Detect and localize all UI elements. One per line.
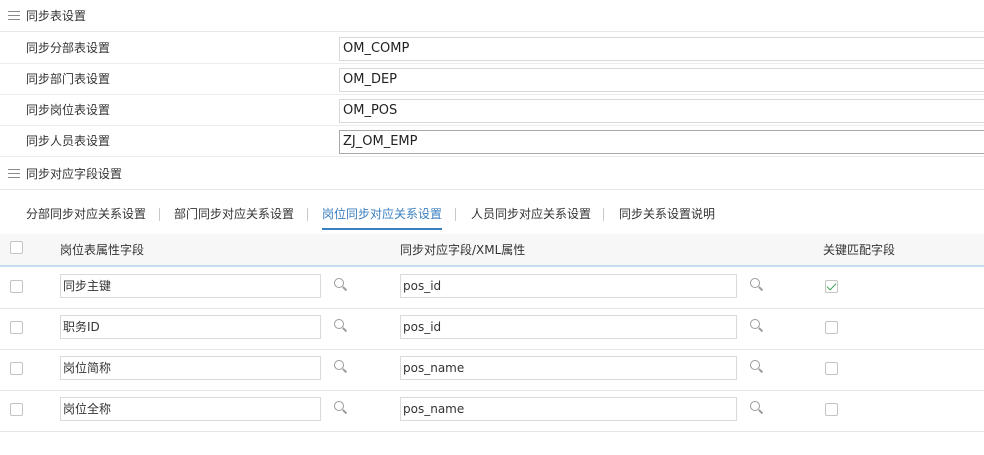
form-row-comp: 同步分部表设置 OM_COMP — [0, 33, 984, 64]
attr-field-input[interactable]: 岗位全称 — [60, 397, 321, 421]
search-icon[interactable] — [750, 401, 764, 415]
tab-divider — [307, 208, 308, 221]
column-header-key: 关键匹配字段 — [823, 243, 896, 257]
tab-label: 同步关系设置说明 — [619, 207, 716, 221]
tab-bar: 分部同步对应关系设置 部门同步对应关系设置 岗位同步对应关系设置 人员同步对应关… — [0, 196, 984, 232]
search-icon[interactable] — [334, 401, 348, 415]
dep-table-input[interactable]: OM_DEP — [339, 68, 984, 92]
search-icon[interactable] — [750, 360, 764, 374]
key-match-checkbox[interactable] — [825, 362, 838, 375]
column-header-mapping: 同步对应字段/XML属性 — [400, 243, 526, 257]
form-row-dep: 同步部门表设置 OM_DEP — [0, 64, 984, 95]
section-title: 同步表设置 — [26, 9, 87, 23]
tab-label: 部门同步对应关系设置 — [174, 207, 295, 221]
row-checkbox[interactable] — [10, 280, 23, 293]
attr-field-input[interactable]: 职务ID — [60, 315, 321, 339]
mapping-field-input[interactable]: pos_name — [400, 356, 737, 380]
mapping-field-input[interactable]: pos_id — [400, 315, 737, 339]
section-header-sync-table: 同步表设置 — [0, 0, 984, 32]
tab-divider — [455, 208, 456, 221]
field-label: 同步分部表设置 — [26, 41, 111, 55]
search-icon[interactable] — [750, 319, 764, 333]
attr-field-input[interactable]: 同步主键 — [60, 274, 321, 298]
pos-table-input[interactable]: OM_POS — [339, 99, 984, 123]
tab-sync-help[interactable]: 同步关系设置说明 — [619, 196, 715, 232]
mapping-field-input[interactable]: pos_id — [400, 274, 737, 298]
table-row: 岗位全称 pos_name — [0, 391, 984, 432]
field-label: 同步人员表设置 — [26, 134, 111, 148]
table-row: 同步主键 pos_id — [0, 268, 984, 309]
tab-label: 分部同步对应关系设置 — [26, 207, 147, 221]
tab-label: 人员同步对应关系设置 — [471, 207, 592, 221]
attr-field-input[interactable]: 岗位简称 — [60, 356, 321, 380]
tab-divider — [159, 208, 160, 221]
tab-divider — [603, 208, 604, 221]
mapping-field-input[interactable]: pos_name — [400, 397, 737, 421]
comp-table-input[interactable]: OM_COMP — [339, 37, 984, 61]
search-icon[interactable] — [334, 278, 348, 292]
table-header: 岗位表属性字段 同步对应字段/XML属性 关键匹配字段 — [0, 234, 984, 267]
tab-pos-mapping[interactable]: 岗位同步对应关系设置 — [322, 196, 443, 232]
tab-label: 岗位同步对应关系设置 — [322, 207, 443, 221]
row-checkbox[interactable] — [10, 403, 23, 416]
emp-table-input[interactable]: ZJ_OM_EMP — [339, 130, 984, 154]
search-icon[interactable] — [334, 360, 348, 374]
key-match-checkbox[interactable] — [825, 403, 838, 416]
section-title: 同步对应字段设置 — [26, 167, 123, 181]
tab-dep-mapping[interactable]: 部门同步对应关系设置 — [174, 196, 294, 232]
search-icon[interactable] — [750, 278, 764, 292]
field-label: 同步岗位表设置 — [26, 103, 111, 117]
search-icon[interactable] — [334, 319, 348, 333]
field-label: 同步部门表设置 — [26, 72, 111, 86]
tab-comp-mapping[interactable]: 分部同步对应关系设置 — [26, 196, 146, 232]
menu-icon — [8, 11, 20, 20]
section-header-sync-field: 同步对应字段设置 — [0, 158, 984, 190]
table-row: 岗位简称 pos_name — [0, 350, 984, 391]
tab-emp-mapping[interactable]: 人员同步对应关系设置 — [471, 196, 591, 232]
column-header-attr: 岗位表属性字段 — [60, 243, 145, 257]
key-match-checkbox[interactable] — [825, 321, 838, 334]
table-row: 职务ID pos_id — [0, 309, 984, 350]
form-row-emp: 同步人员表设置 ZJ_OM_EMP — [0, 126, 984, 157]
select-all-checkbox[interactable] — [10, 241, 23, 254]
row-checkbox[interactable] — [10, 321, 23, 334]
key-match-checkbox[interactable] — [825, 280, 838, 293]
active-tab-underline — [322, 228, 443, 230]
menu-icon — [8, 169, 20, 178]
row-checkbox[interactable] — [10, 362, 23, 375]
form-row-pos: 同步岗位表设置 OM_POS — [0, 95, 984, 126]
